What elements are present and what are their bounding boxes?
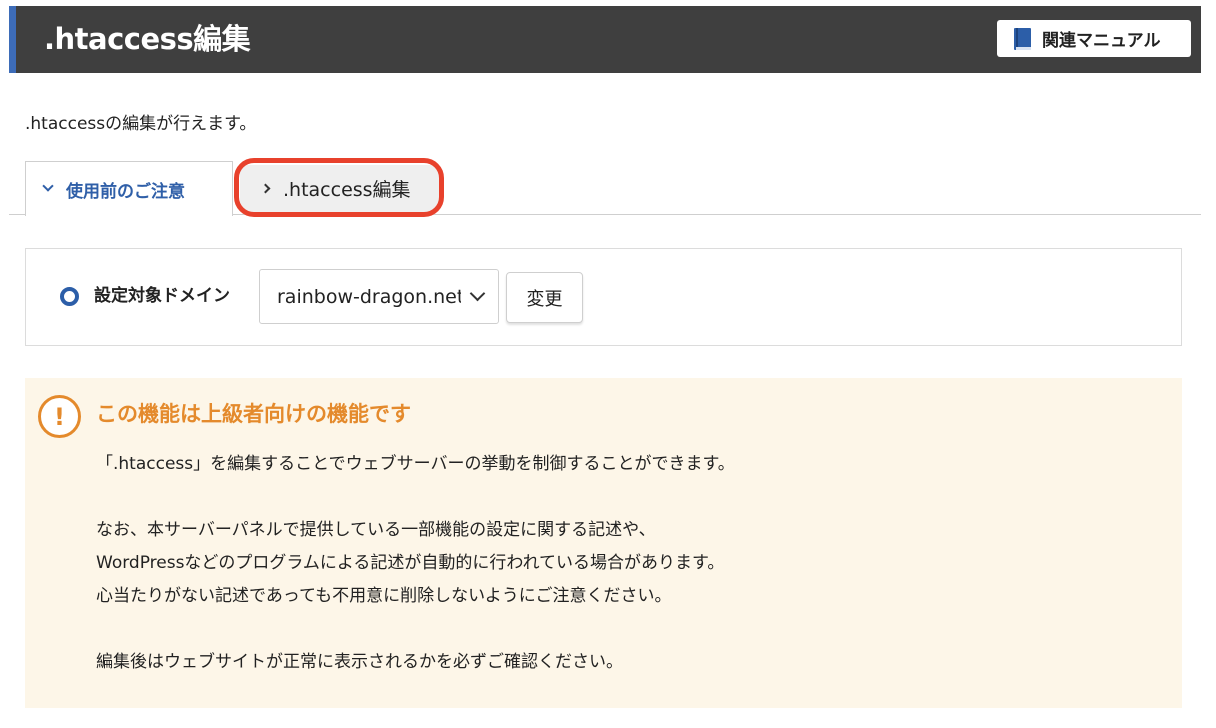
exclamation-icon: ! <box>38 395 81 438</box>
tab-htaccess-edit-label: .htaccess編集 <box>283 179 411 201</box>
domain-select-value: rainbow-dragon.net <box>277 285 461 308</box>
chevron-down-icon <box>42 180 54 192</box>
radio-circle-icon <box>60 287 79 306</box>
tab-usage-notes[interactable]: 使用前のご注意 <box>25 161 233 216</box>
page-title: .htaccess編集 <box>44 22 251 56</box>
related-manual-button[interactable]: 関連マニュアル <box>997 20 1191 57</box>
intro-text: .htaccessの編集が行えます。 <box>25 114 257 134</box>
domain-label: 設定対象ドメイン <box>94 286 230 306</box>
related-manual-label: 関連マニュアル <box>1042 31 1161 51</box>
chevron-down-icon <box>469 285 486 302</box>
book-icon <box>1014 27 1031 50</box>
warning-line: 心当たりがない記述であっても不用意に削除しないようにご注意ください。 <box>96 586 672 606</box>
domain-select[interactable]: rainbow-dragon.net <box>259 269 499 324</box>
chevron-right-icon <box>260 183 271 194</box>
change-button[interactable]: 変更 <box>506 272 583 323</box>
warning-box: ! この機能は上級者向けの機能です 「.htaccess」を編集することでウェブ… <box>25 378 1182 708</box>
warning-line: 「.htaccess」を編集することでウェブサーバーの挙動を制御することができま… <box>96 454 735 474</box>
warning-title: この機能は上級者向けの機能です <box>96 402 411 426</box>
tab-htaccess-edit[interactable]: .htaccess編集 <box>240 165 440 212</box>
warning-line: WordPressなどのプログラムによる記述が自動的に行われている場合があります… <box>96 553 725 573</box>
warning-line: なお、本サーバーパネルで提供している一部機能の設定に関する記述や、 <box>96 520 656 540</box>
domain-panel: 設定対象ドメイン rainbow-dragon.net 変更 <box>25 248 1182 346</box>
tab-usage-notes-label: 使用前のご注意 <box>66 181 185 202</box>
warning-line: 編集後はウェブサイトが正常に表示されるかを必ずご確認ください。 <box>96 652 623 672</box>
warning-body: 「.htaccess」を編集することでウェブサーバーの挙動を制御することができま… <box>96 448 1166 679</box>
page: .htaccess編集 関連マニュアル .htaccessの編集が行えます。 使… <box>0 0 1216 728</box>
page-header: .htaccess編集 関連マニュアル <box>9 6 1201 73</box>
